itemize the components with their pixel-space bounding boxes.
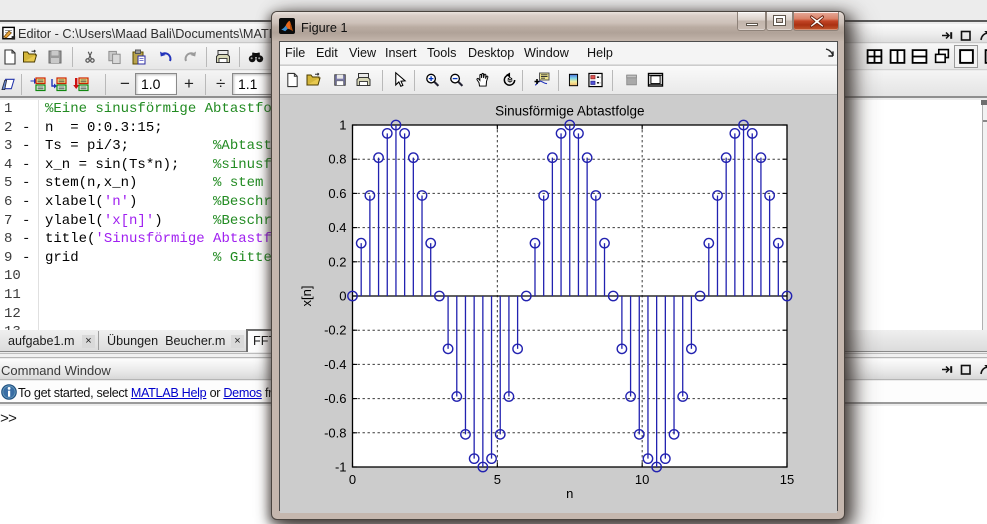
svg-text:x[n]: x[n] [299, 285, 314, 306]
svg-text:0.2: 0.2 [328, 254, 346, 269]
svg-text:0: 0 [349, 472, 356, 487]
svg-text:-0.6: -0.6 [324, 391, 346, 406]
svg-text:-0.2: -0.2 [324, 322, 346, 337]
svg-text:10: 10 [635, 472, 649, 487]
svg-text:0.8: 0.8 [328, 151, 346, 166]
svg-text:-1: -1 [335, 459, 347, 474]
svg-text:1: 1 [339, 117, 346, 132]
svg-text:0.6: 0.6 [328, 185, 346, 200]
svg-text:0: 0 [339, 288, 346, 303]
svg-text:-0.8: -0.8 [324, 425, 346, 440]
svg-text:-0.4: -0.4 [324, 356, 346, 371]
svg-text:Sinusförmige Abtastfolge: Sinusförmige Abtastfolge [495, 103, 644, 118]
svg-text:15: 15 [780, 472, 794, 487]
svg-text:5: 5 [494, 472, 501, 487]
svg-text:n: n [566, 486, 573, 501]
svg-text:0.4: 0.4 [328, 220, 346, 235]
